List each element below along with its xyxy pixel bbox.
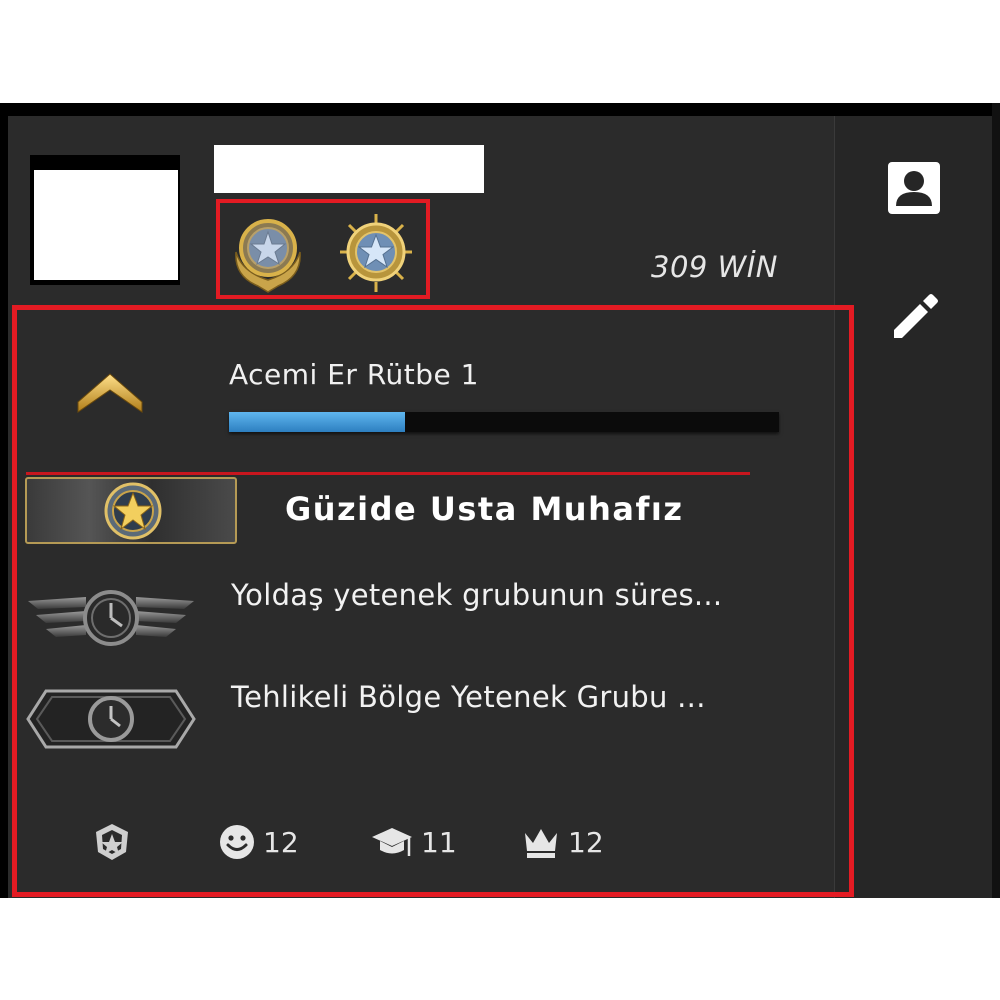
sidebar [834,116,993,898]
guzide-badge[interactable] [25,477,237,544]
section-divider [26,472,750,475]
teacher-count: 11 [421,825,457,859]
gold-star-coin-icon [104,482,162,540]
medal-icon[interactable] [228,212,308,294]
profile-icon [888,162,940,214]
rank-chevron-icon [77,373,143,413]
graduation-cap-icon [372,828,412,856]
friendly-stat[interactable]: 12 [219,822,299,862]
leader-stat[interactable]: 12 [522,822,604,862]
leader-count: 12 [568,825,604,859]
player-name [214,145,484,193]
xp-progress-fill [229,412,405,432]
edit-button[interactable] [886,288,942,344]
item-label: Tehlikeli Bölge Yetenek Grubu ... [231,680,706,714]
item-label: Yoldaş yetenek grubunun süres... [231,578,723,612]
wins-count: 309 WİN [651,250,778,284]
profile-button[interactable] [886,160,942,216]
friendly-count: 12 [263,825,299,859]
winged-clock-icon [28,590,194,646]
teacher-stat[interactable]: 11 [371,822,457,862]
service-medal-stat[interactable] [92,822,140,862]
rank-label: Acemi Er Rütbe 1 [229,358,479,391]
edit-pencil-icon [894,294,938,338]
crown-icon [525,829,557,858]
hexagon-clock-icon [26,689,196,749]
avatar[interactable] [34,170,178,280]
item-label: Güzide Usta Muhafız [285,490,684,528]
smiley-icon [220,825,254,859]
medal-icon[interactable] [336,212,416,294]
service-medal-icon [96,824,128,860]
background-edge [992,103,1000,898]
xp-progress-bar [229,412,779,432]
